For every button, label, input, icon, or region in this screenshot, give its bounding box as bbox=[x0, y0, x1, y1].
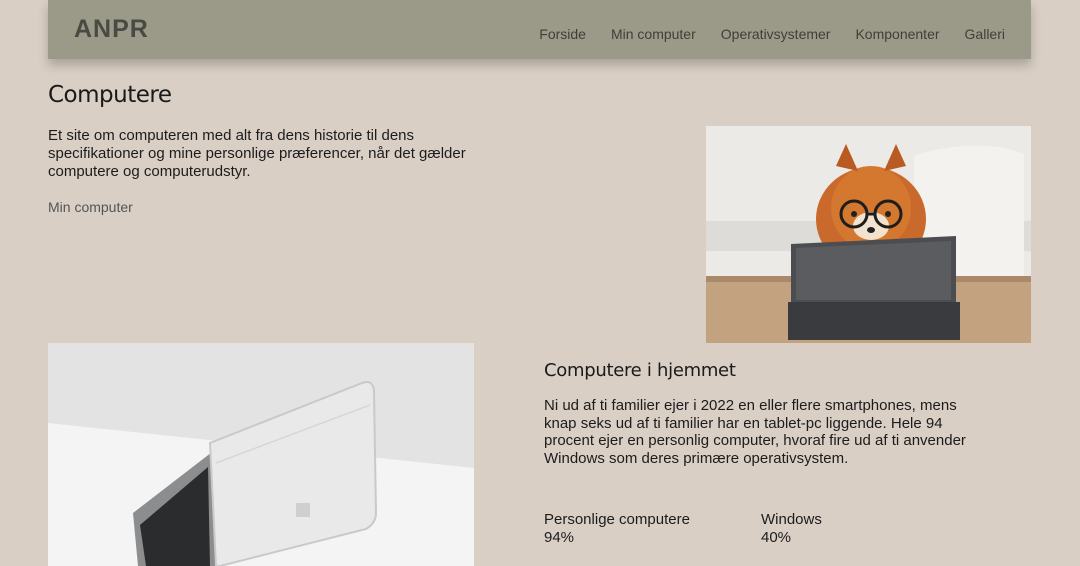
section-text: Ni ud af ti familier ejer i 2022 en elle… bbox=[544, 397, 966, 467]
nav-link-forside[interactable]: Forside bbox=[539, 26, 586, 42]
dog-with-glasses-photo bbox=[706, 126, 1031, 343]
laptop-photo-illustration bbox=[48, 343, 474, 566]
nav-link-komponenter[interactable]: Komponenter bbox=[855, 26, 939, 42]
site-logo[interactable]: ANPR bbox=[74, 15, 149, 44]
nav-links: Forside Min computer Operativsystemer Ko… bbox=[539, 26, 1005, 42]
stat-personal-computers: Personlige computere 94% bbox=[544, 511, 690, 547]
min-computer-link[interactable]: Min computer bbox=[48, 199, 133, 215]
nav-link-min-computer[interactable]: Min computer bbox=[611, 26, 696, 42]
section-title: Computere i hjemmet bbox=[544, 360, 736, 381]
stat-value: 94% bbox=[544, 529, 575, 546]
stat-label: Personlige computere bbox=[544, 511, 690, 528]
laptop-photo bbox=[48, 343, 474, 566]
page-title: Computere bbox=[48, 82, 172, 108]
stat-value: 40% bbox=[761, 529, 792, 546]
nav-link-operativsystemer[interactable]: Operativsystemer bbox=[721, 26, 831, 42]
stat-windows: Windows 40% bbox=[761, 511, 822, 547]
intro-text: Et site om computeren med alt fra dens h… bbox=[48, 127, 466, 180]
stat-label: Windows bbox=[761, 511, 822, 528]
nav-link-galleri[interactable]: Galleri bbox=[965, 26, 1005, 42]
top-navbar: ANPR Forside Min computer Operativsystem… bbox=[48, 0, 1031, 59]
dog-photo-illustration bbox=[706, 126, 1031, 343]
